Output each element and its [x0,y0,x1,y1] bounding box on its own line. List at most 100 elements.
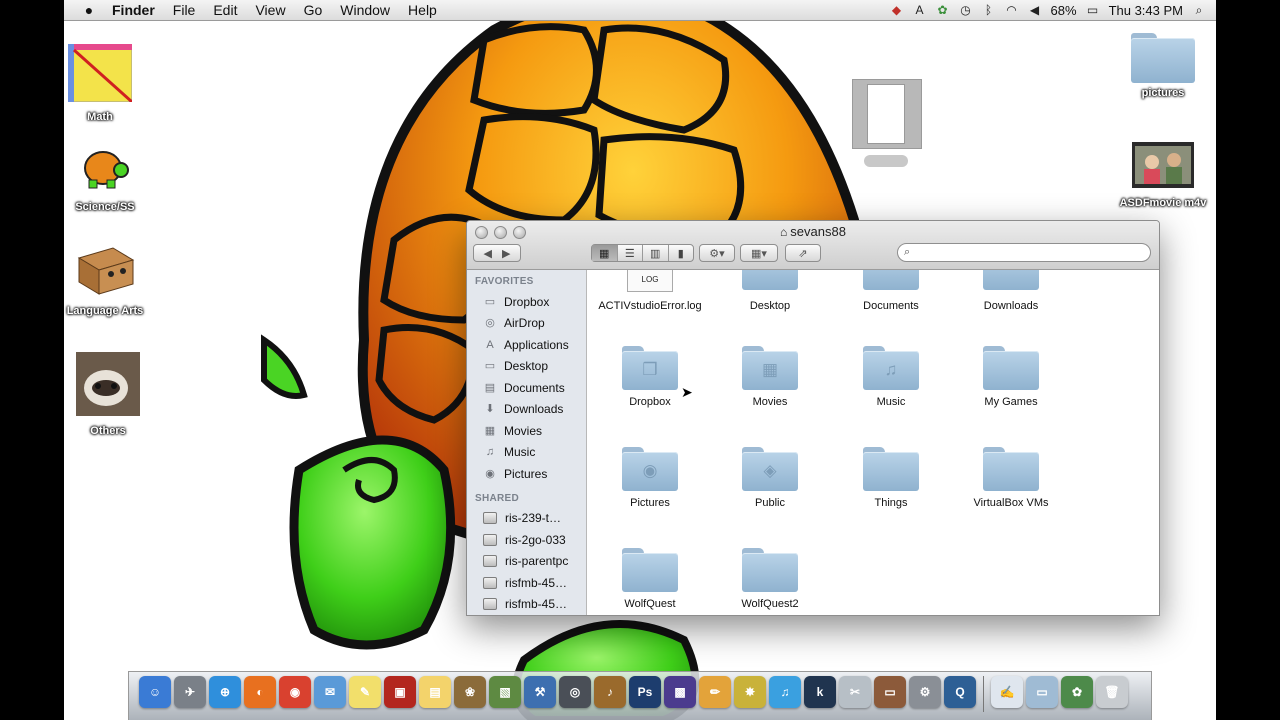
desktop-item-math[interactable]: Math [64,43,145,124]
file-item[interactable]: WolfQuest2 [711,548,829,611]
sidebar-item-desktop[interactable]: ▭ Desktop [467,356,586,378]
menu-app-name[interactable]: Finder [112,2,155,18]
file-item[interactable]: VirtualBox VMs [952,447,1070,510]
sidebar-item-pictures[interactable]: ◉ Pictures [467,463,586,485]
desktop-item-movie[interactable]: ASDFmovie m4v [1118,142,1208,210]
apple-menu-icon[interactable]: ● [80,2,98,18]
adobe-icon[interactable]: A [913,4,927,16]
search-field[interactable]: ⌕ [897,243,1151,262]
bluetooth-icon[interactable]: ᛒ [982,4,996,16]
list-view-icon[interactable]: ☰ [618,245,643,261]
sidebar-item-label: ris-2go-033 [505,532,566,547]
icon-view-icon[interactable]: ▦ [592,245,618,261]
trash-icon[interactable]: 🗑 [1096,676,1128,708]
sidebar-item-dropbox[interactable]: ▭ Dropbox [467,291,586,313]
preview-icon[interactable]: ✂ [839,676,871,708]
kindle-icon[interactable]: k [804,676,836,708]
itunes-icon[interactable]: ♫ [769,676,801,708]
file-item[interactable]: Desktop [711,270,829,313]
sidebar-item-shared[interactable]: risfmb-45… [467,594,586,616]
volume-icon[interactable]: ◀ [1028,4,1042,16]
mail-icon[interactable]: ✉ [314,676,346,708]
cover-flow-icon[interactable]: ▮ [669,245,694,261]
sidebar-item-shared[interactable]: ris-parentpc [467,551,586,573]
launchpad-icon[interactable]: ✈ [174,676,206,708]
firefox-icon[interactable]: ◐ [244,676,276,708]
menu-file[interactable]: File [173,2,196,18]
menu-edit[interactable]: Edit [213,2,237,18]
mouse-cursor-icon: ➤ [681,384,693,400]
desktop-item-label: Science/SS [75,201,135,213]
applications-stack-icon[interactable]: ▭ [1026,676,1058,708]
file-item[interactable]: Documents [832,270,950,313]
disk-image-icon[interactable] [852,79,922,167]
photo-booth-icon[interactable]: ▣ [384,676,416,708]
pages-icon[interactable]: ✏ [699,676,731,708]
sidebar-item-label: risfmb-45… [505,597,568,612]
file-item[interactable]: ◉ Pictures [591,447,709,510]
search-input[interactable] [918,245,1142,261]
dropbox-icon[interactable]: ◆ [890,4,904,16]
sidebar-item-label: ris-parentpc [505,554,569,569]
system-tool-icon[interactable]: ⚒ [524,676,556,708]
sidebar-item-downloads[interactable]: ⬇ Downloads [467,399,586,421]
comic-life-icon[interactable]: ✸ [734,676,766,708]
sidebar-item-shared[interactable]: risfmb-45… [467,572,586,594]
sidebar-item-music[interactable]: ♫ Music [467,442,586,464]
column-view-icon[interactable]: ▥ [643,245,669,261]
app-store-icon[interactable]: ▧ [489,676,521,708]
menu-go[interactable]: Go [304,2,323,18]
desktop-item-language-arts[interactable]: Language Arts [64,244,150,318]
quicktime-icon[interactable]: Q [944,676,976,708]
wifi-icon[interactable]: ◠ [1005,4,1019,16]
time-machine-icon[interactable]: ◷ [959,4,973,16]
presentation-icon[interactable]: ▭ [874,676,906,708]
chrome-icon[interactable]: ◉ [279,676,311,708]
garageband-icon[interactable]: ♪ [594,676,626,708]
file-item[interactable]: ◈ Public [711,447,829,510]
arrange-button[interactable]: ▦▾ [740,244,778,262]
menu-window[interactable]: Window [340,2,390,18]
action-gear-button[interactable]: ⚙▾ [699,244,735,262]
file-item[interactable]: My Games [952,346,1070,409]
forward-arrow-icon[interactable]: ▶ [502,247,510,260]
ferret-photo-icon [76,352,140,416]
dock: ☺ ✈ ⊕ ◐ ◉ ✉ ✎ ▣ ▤ ❀ ▧ ⚒ ◎ ♪ Ps ▩ ✏ ✸ ♫ k ✂ ▭ ⚙ Q ✍ ▭ ✿ 🗑 [128,671,1152,720]
sidebar-item-movies[interactable]: ▦ Movies [467,420,586,442]
file-item[interactable]: LOG ACTIVstudioError.log [591,270,709,313]
spotlight-icon[interactable]: ⌕ [1192,4,1206,16]
document-stack-icon[interactable]: ✍ [991,676,1023,708]
battery-icon[interactable]: ▭ [1086,4,1100,16]
file-item[interactable]: Downloads [952,270,1070,313]
menu-view[interactable]: View [255,2,285,18]
imovie-icon[interactable]: ▩ [664,676,696,708]
desktop-item-pictures[interactable]: pictures [1118,33,1208,100]
sidebar-item-airdrop[interactable]: ◎ AirDrop [467,313,586,335]
photoshop-icon[interactable]: Ps [629,676,661,708]
sidebar-item-applications[interactable]: A Applications [467,334,586,356]
sidebar-item-documents[interactable]: ▤ Documents [467,377,586,399]
menu-help[interactable]: Help [408,2,437,18]
stickies-icon[interactable]: ▤ [419,676,451,708]
safari-icon[interactable]: ⊕ [209,676,241,708]
system-preferences-icon[interactable]: ⚙ [909,676,941,708]
file-item[interactable]: Things [832,447,950,510]
facetime-icon[interactable]: ◎ [559,676,591,708]
desktop-item-others[interactable]: Others [64,352,153,438]
downloads-stack-icon[interactable]: ✿ [1061,676,1093,708]
file-item[interactable]: ▦ Movies [711,346,829,409]
sync-icon[interactable]: ✿ [936,4,950,16]
share-button[interactable]: ⇗ [785,244,821,262]
sidebar-item-shared[interactable]: ris-2go-033 [467,529,586,551]
battery-percent[interactable]: 68% [1051,3,1077,18]
finder-icon[interactable]: ☺ [139,676,171,708]
file-item[interactable]: WolfQuest [591,548,709,611]
menu-clock[interactable]: Thu 3:43 PM [1109,3,1183,18]
sidebar-item-shared[interactable]: ris-239-t… [467,508,586,530]
file-item[interactable]: ♫ Music [832,346,950,409]
back-arrow-icon[interactable]: ◀ [484,247,492,260]
desktop-item-label: ASDFmovie m4v [1119,197,1207,209]
notes-icon[interactable]: ✎ [349,676,381,708]
iphoto-icon[interactable]: ❀ [454,676,486,708]
desktop-item-science-ss[interactable]: Science/SS [64,146,150,214]
